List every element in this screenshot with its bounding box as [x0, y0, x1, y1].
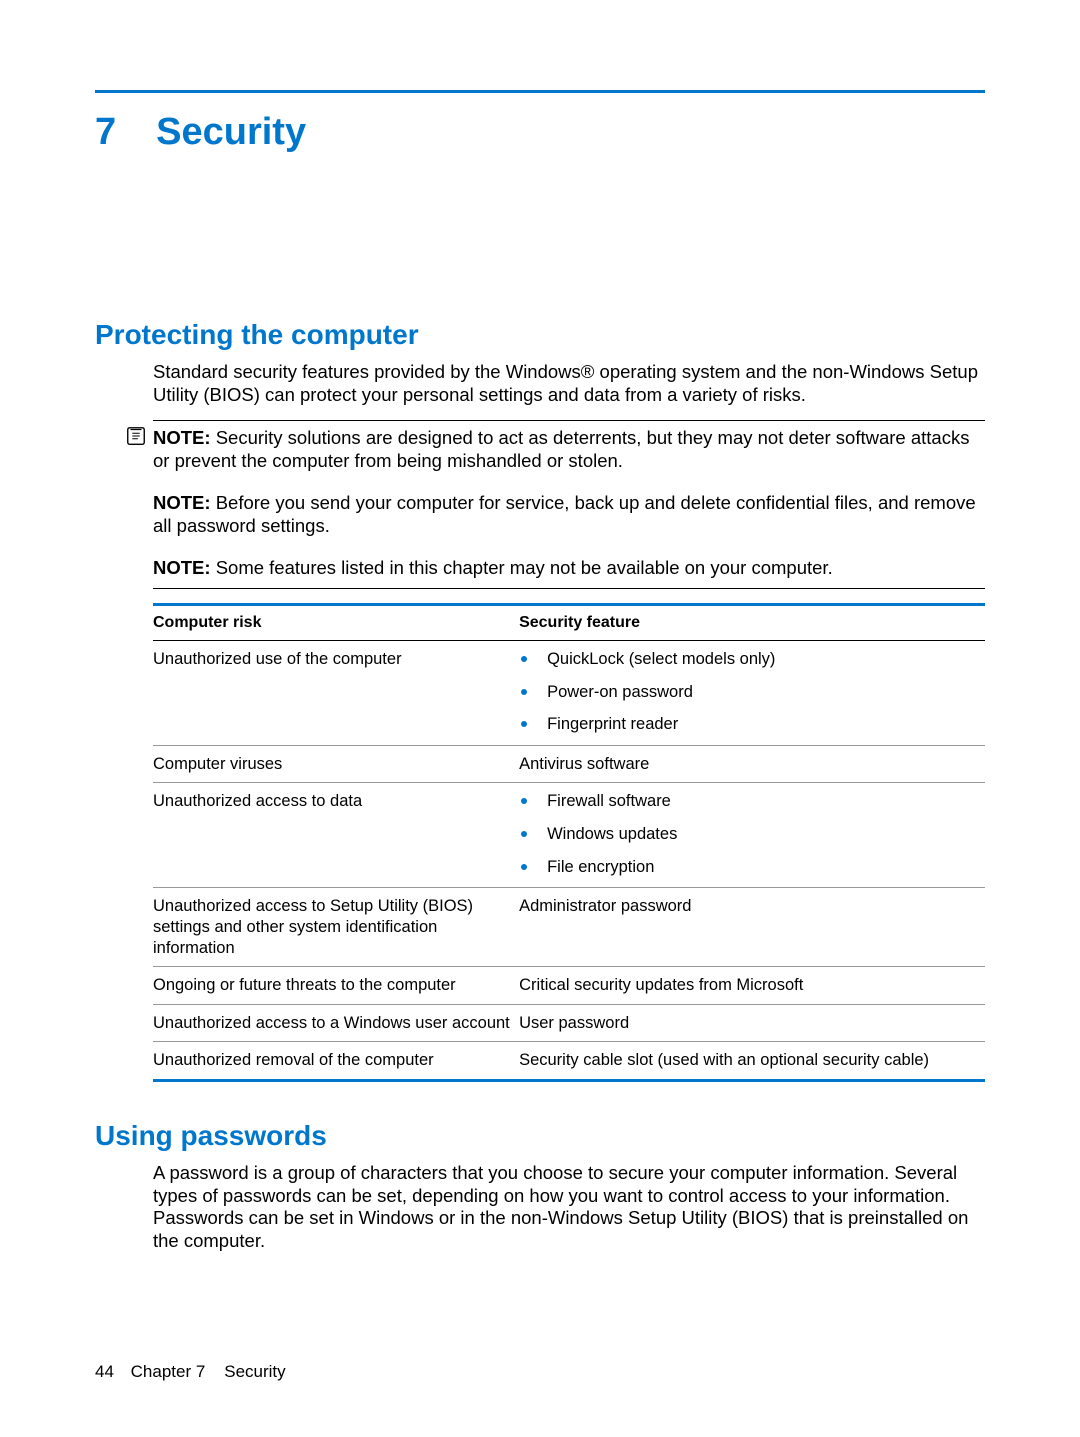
footer-chapter-label: Chapter 7 [131, 1362, 206, 1381]
feature-cell: Security cable slot (used with an option… [519, 1042, 985, 1081]
feature-cell: Critical security updates from Microsoft [519, 967, 985, 1005]
table-row: Unauthorized removal of the computerSecu… [153, 1042, 985, 1081]
chapter-title: Security [156, 111, 306, 154]
note-2: NOTE: Before you send your computer for … [153, 486, 985, 537]
footer-chapter-title: Security [224, 1362, 285, 1381]
top-rule [95, 90, 985, 93]
risk-cell: Unauthorized use of the computer [153, 640, 519, 745]
page-number: 44 [95, 1362, 114, 1381]
bullet-icon [521, 831, 527, 837]
feature-item: File encryption [519, 857, 981, 878]
bullet-icon [521, 864, 527, 870]
intro-paragraph: Standard security features provided by t… [153, 361, 985, 406]
note-label: NOTE: [153, 557, 211, 578]
feature-cell: Antivirus software [519, 745, 985, 783]
passwords-paragraph: A password is a group of characters that… [153, 1162, 985, 1252]
risk-cell: Unauthorized access to data [153, 783, 519, 888]
risk-cell: Computer viruses [153, 745, 519, 783]
note-label: NOTE: [153, 492, 211, 513]
note-icon [125, 425, 147, 447]
table-header-risk: Computer risk [153, 606, 519, 641]
page-footer: 44 Chapter 7 Security [95, 1362, 286, 1382]
risk-cell: Ongoing or future threats to the compute… [153, 967, 519, 1005]
notes-bottom-rule [153, 588, 985, 589]
feature-item: QuickLock (select models only) [519, 649, 981, 670]
bullet-icon [521, 656, 527, 662]
feature-cell: Administrator password [519, 888, 985, 967]
section-heading-passwords: Using passwords [95, 1120, 985, 1152]
feature-cell: Firewall software Windows updates File enc… [519, 783, 985, 888]
note-text: Security solutions are designed to act a… [153, 427, 969, 471]
note-1: NOTE: Security solutions are designed to… [153, 421, 985, 472]
chapter-heading: 7 Security [95, 111, 985, 154]
risk-cell: Unauthorized access to Setup Utility (BI… [153, 888, 519, 967]
section-heading-protecting: Protecting the computer [95, 319, 985, 351]
feature-cell: User password [519, 1004, 985, 1042]
table-row: Unauthorized use of the computerQuickLoc… [153, 640, 985, 745]
bullet-icon [521, 689, 527, 695]
table-row: Ongoing or future threats to the compute… [153, 967, 985, 1005]
table-row: Unauthorized access to a Windows user ac… [153, 1004, 985, 1042]
feature-cell: QuickLock (select models only) Power-on p… [519, 640, 985, 745]
feature-item: Power-on password [519, 682, 981, 703]
feature-item: Windows updates [519, 824, 981, 845]
risk-cell: Unauthorized access to a Windows user ac… [153, 1004, 519, 1042]
table-row: Unauthorized access to Setup Utility (BI… [153, 888, 985, 967]
note-3: NOTE: Some features listed in this chapt… [153, 551, 985, 580]
table-row: Computer virusesAntivirus software [153, 745, 985, 783]
note-text: Some features listed in this chapter may… [216, 557, 833, 578]
bullet-icon [521, 721, 527, 727]
note-text: Before you send your computer for servic… [153, 492, 976, 536]
feature-item: Fingerprint reader [519, 714, 981, 735]
bullet-icon [521, 798, 527, 804]
risk-table: Computer risk Security feature Unauthori… [153, 603, 985, 1082]
feature-item: Firewall software [519, 791, 981, 812]
risk-cell: Unauthorized removal of the computer [153, 1042, 519, 1081]
table-row: Unauthorized access to dataFirewall soft… [153, 783, 985, 888]
note-label: NOTE: [153, 427, 211, 448]
chapter-number: 7 [95, 111, 116, 154]
table-header-feature: Security feature [519, 606, 985, 641]
